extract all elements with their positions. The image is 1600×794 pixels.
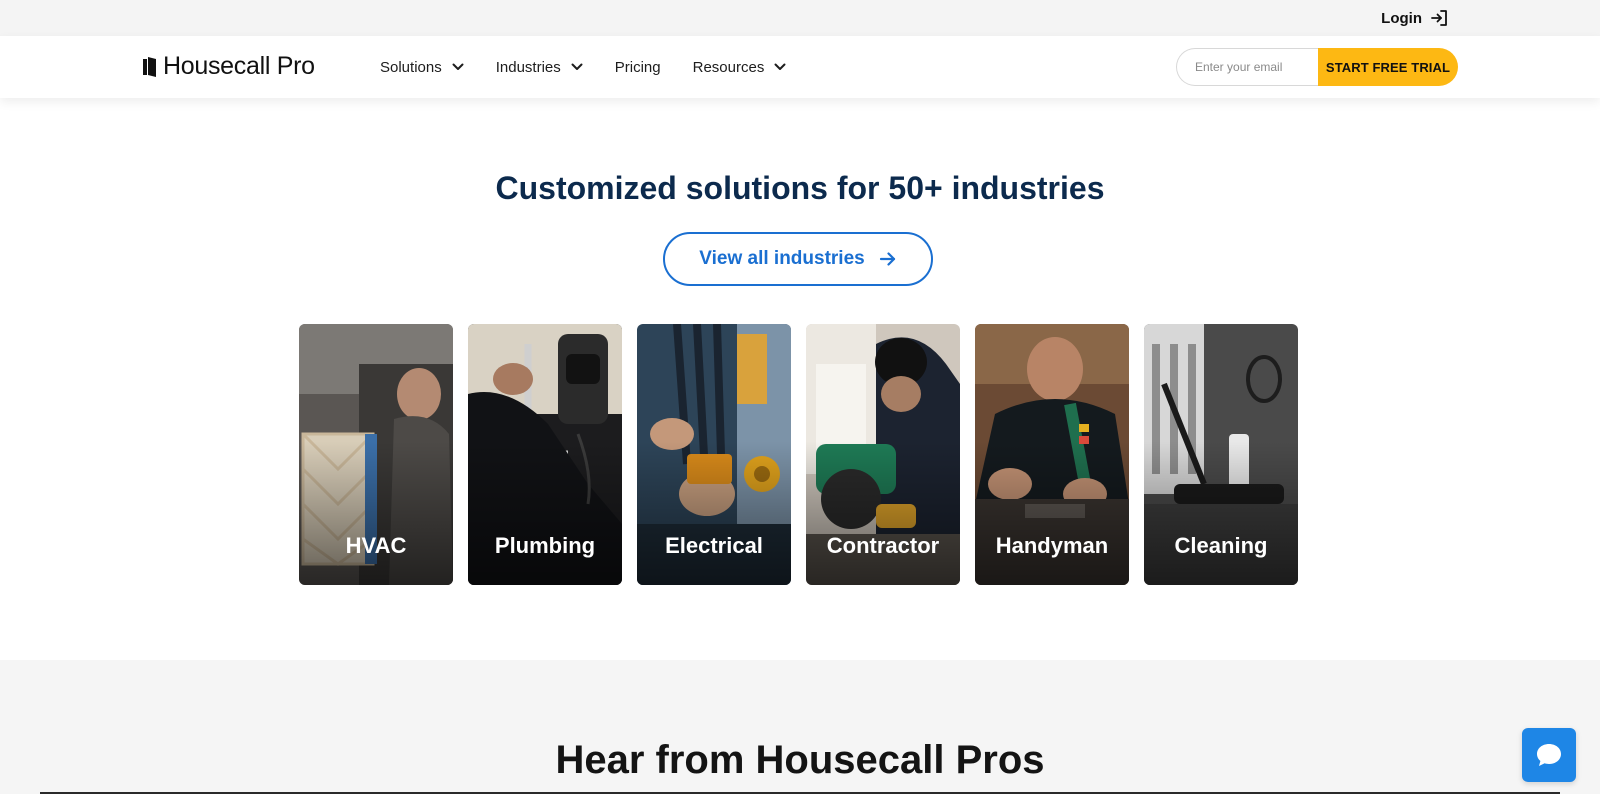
- industry-label: Electrical: [665, 533, 763, 558]
- chat-widget-button[interactable]: [1522, 728, 1576, 782]
- industry-cards: HVAC Plumbing Electrical Contractor Hand…: [299, 324, 1298, 585]
- industries-heading: Customized solutions for 50+ industries: [495, 170, 1105, 206]
- industry-card-contractor[interactable]: Contractor: [806, 324, 960, 585]
- start-free-trial-button[interactable]: START FREE TRIAL: [1318, 48, 1458, 86]
- email-field[interactable]: [1176, 48, 1318, 86]
- industry-label: Cleaning: [1174, 533, 1268, 558]
- arrow-right-icon: [879, 251, 897, 267]
- nav-label: Industries: [495, 58, 561, 76]
- industry-card-handyman[interactable]: Handyman: [975, 324, 1129, 585]
- utility-bar: Login: [0, 0, 1600, 36]
- industry-card-plumbing[interactable]: Plumbing: [468, 324, 622, 585]
- chevron-down-icon: [774, 63, 786, 71]
- industry-card-cleaning[interactable]: Cleaning: [1144, 324, 1298, 585]
- signup-form: START FREE TRIAL: [1176, 48, 1458, 86]
- nav-solutions[interactable]: Solutions: [380, 59, 464, 76]
- primary-nav: Solutions Industries Pricing Resources: [380, 36, 818, 98]
- testimonials-heading: Hear from Housecall Pros: [555, 738, 1045, 782]
- industry-label: Contractor: [826, 533, 940, 558]
- nav-label: Pricing: [614, 58, 661, 76]
- login-link[interactable]: Login: [1381, 8, 1450, 28]
- industry-label: HVAC: [345, 533, 407, 558]
- housecall-pro-logo[interactable]: Housecall Pro: [143, 54, 315, 79]
- chevron-down-icon: [452, 63, 464, 71]
- view-all-industries-button[interactable]: View all industries: [663, 232, 933, 286]
- logo-mark-icon: [143, 56, 157, 78]
- chat-bubble-icon: [1535, 742, 1563, 768]
- login-arrow-icon: [1430, 8, 1450, 28]
- testimonials-section: Hear from Housecall Pros: [0, 660, 1600, 794]
- logo-wordmark: Housecall Pro: [163, 52, 315, 80]
- login-label: Login: [1381, 9, 1422, 27]
- industry-card-hvac[interactable]: HVAC: [299, 324, 453, 585]
- nav-industries[interactable]: Industries: [496, 59, 583, 76]
- nav-resources[interactable]: Resources: [693, 59, 787, 76]
- industry-label: Plumbing: [494, 533, 596, 558]
- industry-card-electrical[interactable]: Electrical: [637, 324, 791, 585]
- main-header: Housecall Pro Solutions Industries Prici…: [0, 36, 1600, 98]
- view-all-label: View all industries: [699, 248, 865, 269]
- nav-label: Resources: [692, 58, 765, 76]
- nav-label: Solutions: [380, 58, 442, 76]
- industry-label: Handyman: [995, 533, 1109, 558]
- nav-pricing[interactable]: Pricing: [615, 59, 661, 76]
- chevron-down-icon: [571, 63, 583, 71]
